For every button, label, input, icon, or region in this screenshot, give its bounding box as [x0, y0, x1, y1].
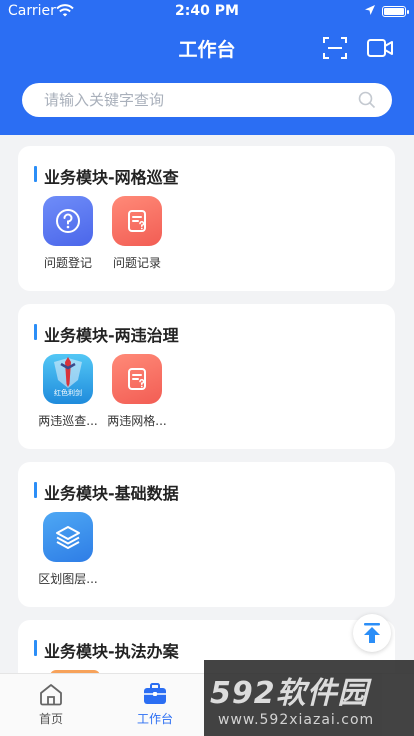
module-label: 问题记录 [112, 256, 161, 270]
scan-icon[interactable] [322, 36, 348, 60]
section-card-basic-data: 业务模块-基础数据 区划图层... [18, 462, 395, 607]
module-list: 业务模块-网格巡查 问题登记 问题记录 业务模块-两违治理 红色利剑 两违巡查.… [0, 135, 414, 673]
section-accent-bar [34, 640, 37, 656]
status-bar: Carrier 2:40 PM [0, 0, 414, 22]
search-input[interactable] [44, 83, 364, 117]
question-icon [43, 196, 93, 246]
module-problem-records[interactable]: 问题记录 [102, 196, 172, 271]
module-problem-register[interactable]: 问题登记 [33, 196, 103, 271]
module-label: 两违网格... [107, 414, 167, 428]
header: Carrier 2:40 PM 工作台 [0, 0, 414, 135]
page-title: 工作台 [178, 39, 236, 61]
icon-badge-text: 红色利剑 [54, 389, 82, 397]
watermark: 592软件园 www.592xiazai.com [204, 660, 414, 736]
section-accent-bar [34, 482, 37, 498]
section-title: 业务模块-网格巡查 [44, 168, 179, 187]
section-title: 业务模块-执法办案 [44, 642, 179, 661]
section-title: 业务模块-基础数据 [44, 484, 179, 503]
briefcase-icon [144, 683, 166, 704]
module-label: 区划图层... [38, 572, 98, 586]
tab-label: 工作台 [136, 712, 173, 726]
watermark-logo: 592软件园 [210, 676, 369, 711]
tab-workbench[interactable]: 工作台 [115, 682, 195, 727]
section-card-illegal-governance: 业务模块-两违治理 红色利剑 两违巡查... 两违网格... [18, 304, 395, 449]
home-icon [40, 684, 62, 706]
status-time: 2:40 PM [175, 3, 239, 19]
module-illegal-patrol[interactable]: 红色利剑 两违巡查... [33, 354, 103, 429]
video-camera-icon[interactable] [366, 36, 394, 60]
battery-icon [382, 6, 409, 17]
layers-icon [43, 512, 93, 562]
module-label: 两违巡查... [38, 414, 98, 428]
sword-shield-icon: 红色利剑 [43, 354, 93, 404]
document-icon [112, 196, 162, 246]
section-accent-bar [34, 324, 37, 340]
search-bar [22, 83, 392, 117]
module-illegal-grid[interactable]: 两违网格... [102, 354, 172, 429]
location-arrow-icon [365, 5, 375, 15]
section-accent-bar [34, 166, 37, 182]
watermark-url: www.592xiazai.com [218, 712, 375, 728]
search-icon[interactable] [358, 91, 376, 109]
module-district-layers[interactable]: 区划图层... [33, 512, 103, 587]
section-title: 业务模块-两违治理 [44, 326, 179, 345]
document-icon [112, 354, 162, 404]
module-label: 问题登记 [43, 256, 92, 270]
tab-home[interactable]: 首页 [11, 682, 91, 727]
tab-label: 首页 [38, 712, 63, 726]
arrow-up-icon [364, 623, 380, 643]
scroll-to-top-button[interactable] [353, 614, 391, 652]
section-card-grid-patrol: 业务模块-网格巡查 问题登记 问题记录 [18, 146, 395, 291]
